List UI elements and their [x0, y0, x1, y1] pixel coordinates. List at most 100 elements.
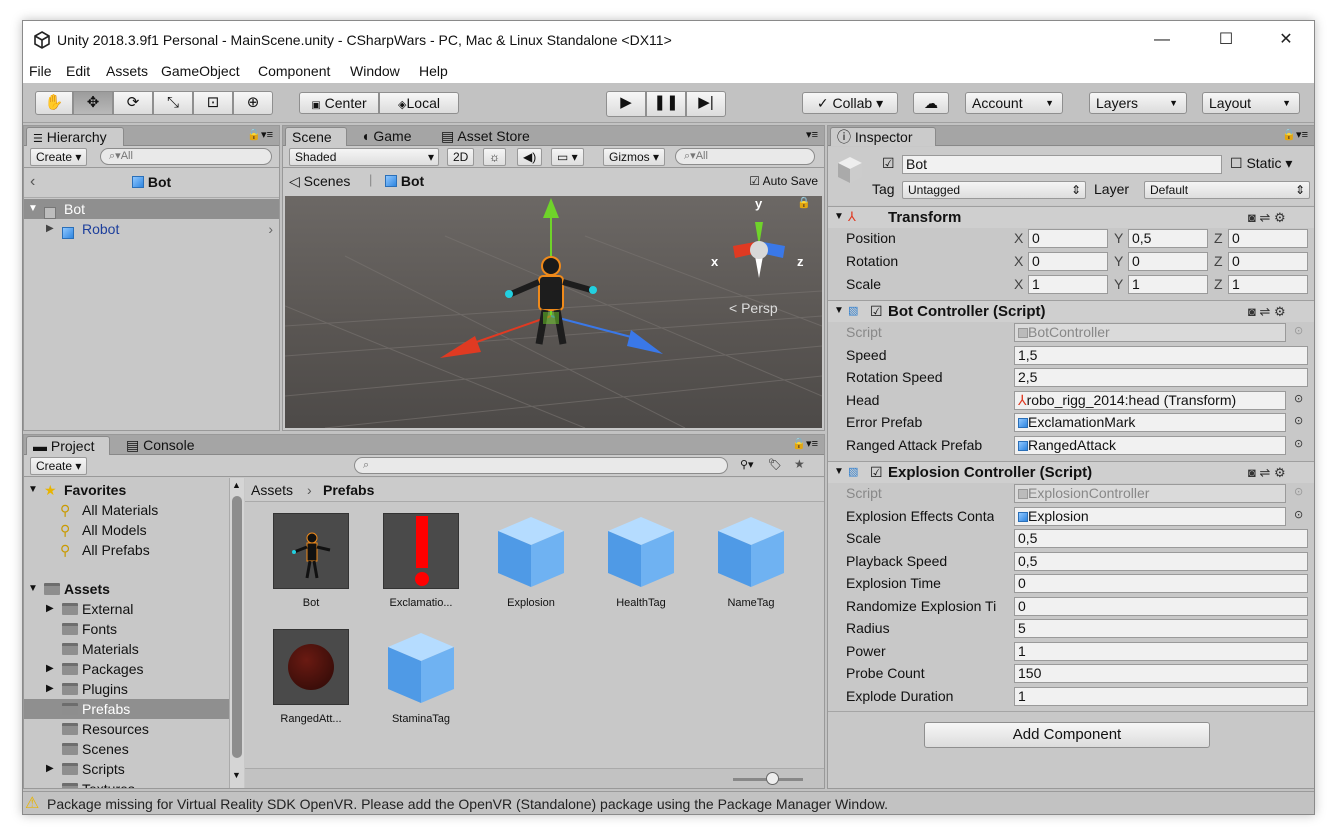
folder-item[interactable]: Materials: [24, 639, 229, 659]
collapse-arrow-icon[interactable]: ▶: [46, 599, 54, 619]
rotate-tool-button[interactable]: ⟳: [113, 91, 153, 115]
folder-item[interactable]: Prefabs: [24, 699, 229, 719]
axis-label-x[interactable]: X: [1014, 253, 1023, 269]
shading-dropdown[interactable]: Shaded ▾: [289, 148, 439, 166]
lock-icon[interactable]: 🔒: [797, 196, 811, 209]
component-enabled-checkbox[interactable]: ☑: [870, 303, 883, 320]
expand-arrow-icon[interactable]: ▼: [28, 480, 38, 500]
breadcrumb-scenes[interactable]: ◁ Scenes: [289, 173, 350, 190]
close-button[interactable]: ✕: [1263, 27, 1309, 53]
explosion-controller-header[interactable]: ▼ ▧ ☑ Explosion Controller (Script) ◙ ⇌ …: [828, 461, 1314, 483]
lock-menu-icon[interactable]: 🔒▾≡: [1282, 128, 1308, 141]
folder-item[interactable]: ▶ Packages: [24, 659, 229, 679]
property-value-field[interactable]: 0,5: [1014, 529, 1308, 548]
lock-menu-icon[interactable]: 🔒▾≡: [792, 437, 818, 450]
orientation-gizmo[interactable]: y x z: [711, 196, 805, 292]
object-picker-icon[interactable]: ⊙: [1294, 485, 1303, 498]
rect-tool-button[interactable]: ⊡: [193, 91, 233, 115]
folder-item[interactable]: ▶ External: [24, 599, 229, 619]
scene-viewport[interactable]: y x z 🔒 < Persp: [285, 196, 822, 428]
project-search-input[interactable]: ⌕: [354, 457, 728, 474]
property-value-field[interactable]: 1: [1014, 686, 1308, 706]
z-axis-arrow[interactable]: [627, 330, 663, 354]
property-value-field[interactable]: 2,5: [1014, 368, 1308, 387]
object-picker-icon[interactable]: ⊙: [1294, 508, 1303, 521]
step-button[interactable]: ▶|: [686, 91, 726, 117]
transform-y-field[interactable]: 0: [1128, 252, 1208, 271]
object-picker-icon[interactable]: ⊙: [1294, 414, 1303, 427]
object-reference-field[interactable]: RangedAttack: [1014, 435, 1286, 455]
transform-y-field[interactable]: 0,5: [1128, 229, 1208, 248]
pause-button[interactable]: ❚❚: [646, 91, 686, 117]
transform-y-field[interactable]: 1: [1128, 275, 1208, 294]
minimize-button[interactable]: —: [1139, 27, 1185, 53]
expand-arrow-icon[interactable]: ▼: [834, 211, 844, 222]
tab-scene[interactable]: Scene: [285, 127, 347, 146]
favorites-header[interactable]: ▼ ★ Favorites: [24, 480, 229, 500]
property-value-field[interactable]: 0: [1014, 574, 1308, 593]
account-dropdown[interactable]: Account ▼: [965, 92, 1063, 114]
zoom-slider-handle[interactable]: [766, 772, 779, 785]
path-prefabs[interactable]: Prefabs: [323, 482, 374, 498]
hierarchy-item-robot[interactable]: ▶ Robot ›: [24, 219, 279, 239]
object-reference-field[interactable]: ExclamationMark: [1014, 413, 1286, 432]
transform-z-field[interactable]: 0: [1228, 252, 1308, 271]
transform-x-field[interactable]: 0: [1028, 229, 1108, 248]
robot-model[interactable]: [505, 256, 597, 345]
asset-staminatag[interactable]: StaminaTag: [371, 629, 471, 725]
object-reference-field[interactable]: Explosion: [1014, 506, 1286, 526]
expand-arrow-icon[interactable]: ▼: [28, 579, 38, 599]
status-message[interactable]: Package missing for Virtual Reality SDK …: [47, 792, 888, 814]
property-value-field[interactable]: 0: [1014, 596, 1308, 616]
scale-tool-button[interactable]: ⤡: [153, 91, 193, 115]
hierarchy-item-bot[interactable]: ▼ Bot: [24, 199, 279, 219]
object-picker-icon[interactable]: ⊙: [1294, 324, 1303, 337]
static-checkbox[interactable]: ☐ Static ▾: [1230, 155, 1292, 172]
gizmos-dropdown[interactable]: Gizmos ▾: [603, 148, 666, 166]
asset-explosion[interactable]: Explosion: [481, 513, 581, 609]
transform-header[interactable]: ▼ ⅄ Transform ◙ ⇌ ⚙: [828, 206, 1314, 228]
transform-x-field[interactable]: 0: [1028, 252, 1108, 271]
cloud-button[interactable]: ☁: [913, 92, 949, 114]
folder-item[interactable]: ▶ Plugins: [24, 679, 229, 699]
component-actions[interactable]: ◙ ⇌ ⚙: [1248, 304, 1286, 320]
folder-item[interactable]: Fonts: [24, 619, 229, 639]
expand-arrow-icon[interactable]: ▼: [834, 466, 844, 477]
hierarchy-search-input[interactable]: ⌕▾All: [100, 148, 272, 165]
axis-label-z[interactable]: Z: [1214, 230, 1223, 246]
asset-exclamation[interactable]: Exclamatio...: [371, 513, 471, 609]
menu-window[interactable]: Window: [350, 63, 400, 79]
object-name-input[interactable]: Bot: [902, 155, 1222, 174]
transform-z-field[interactable]: 0: [1228, 229, 1308, 248]
collapse-arrow-icon[interactable]: ▶: [46, 679, 54, 699]
tab-project[interactable]: ▬ Project: [26, 436, 110, 455]
menu-component[interactable]: Component: [258, 63, 330, 79]
menu-gameobject[interactable]: GameObject: [161, 63, 240, 79]
pivot-center-button[interactable]: ▣ Center: [299, 92, 379, 114]
play-button[interactable]: ▶: [606, 91, 646, 117]
layout-dropdown[interactable]: Layout ▼: [1202, 92, 1300, 114]
layers-dropdown[interactable]: Layers ▼: [1089, 92, 1187, 114]
axis-label-x[interactable]: X: [1014, 276, 1023, 292]
object-picker-icon[interactable]: ⊙: [1294, 392, 1303, 405]
object-reference-field[interactable]: ⅄robo_rigg_2014:head (Transform): [1014, 390, 1286, 410]
component-actions[interactable]: ◙ ⇌ ⚙: [1248, 210, 1286, 226]
axis-label-z[interactable]: Z: [1214, 276, 1223, 292]
property-value-field[interactable]: 5: [1014, 619, 1308, 638]
axis-label-z[interactable]: Z: [1214, 253, 1223, 269]
tab-asset-store[interactable]: ▤ Asset Store: [435, 127, 536, 146]
axis-label-x[interactable]: X: [1014, 230, 1023, 246]
project-create-button[interactable]: Create ▾: [30, 457, 88, 475]
expand-arrow-icon[interactable]: ▼: [28, 199, 38, 219]
move-tool-button[interactable]: ✥: [73, 91, 113, 115]
tab-console[interactable]: ▤ Console: [120, 436, 201, 455]
favorite-item[interactable]: ⚲ All Prefabs: [24, 540, 229, 560]
path-assets[interactable]: Assets: [251, 482, 293, 498]
folder-item[interactable]: Resources: [24, 719, 229, 739]
hand-tool-button[interactable]: ✋: [35, 91, 73, 115]
pivot-local-button[interactable]: ◈Local: [379, 92, 459, 114]
panel-menu-icon[interactable]: ▾≡: [806, 128, 818, 141]
filter-label-icon[interactable]: 🏷: [768, 458, 782, 471]
menu-assets[interactable]: Assets: [106, 63, 148, 79]
property-value-field[interactable]: 0,5: [1014, 551, 1308, 571]
